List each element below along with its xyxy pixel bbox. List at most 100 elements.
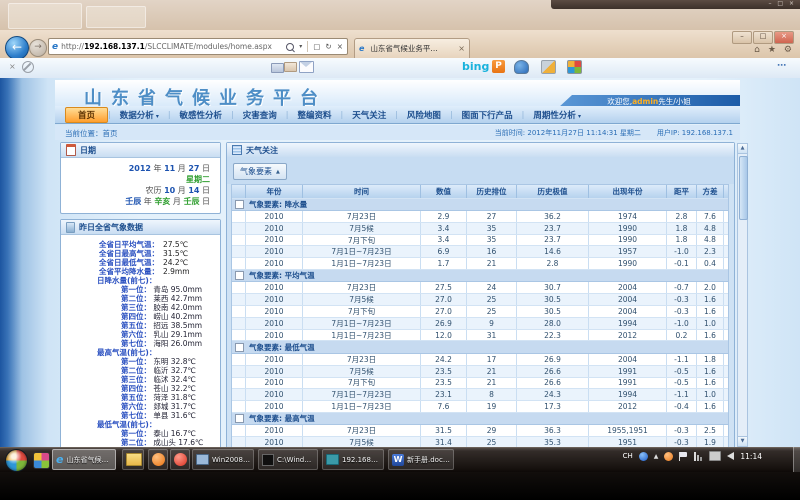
minimize-button[interactable]: –	[732, 31, 752, 44]
group-checkbox[interactable]	[235, 271, 244, 280]
nav-item-label: 灾害查询	[243, 111, 277, 121]
nav-item-0[interactable]: 首页	[65, 107, 108, 123]
table-row[interactable]: 20107月1日~7月23日6.91614.61957-1.02.3	[232, 246, 728, 258]
table-cell	[232, 425, 246, 436]
rank-position: 第五位：	[121, 321, 151, 330]
table-row[interactable]: 20107月23日31.52936.31955,1951-0.32.5	[232, 425, 728, 437]
stop-icon[interactable]: ×	[337, 42, 343, 51]
table-cell: 7.6	[697, 211, 724, 222]
tray-expand-icon[interactable]: ▲	[654, 453, 659, 460]
toolbar-close-icon[interactable]: ×	[9, 62, 16, 71]
back-button[interactable]: ←	[5, 36, 29, 60]
table-cell: 7月1日~7月23日	[303, 246, 421, 257]
addon-icon[interactable]	[514, 60, 529, 74]
rank-station: 单县	[151, 411, 171, 420]
clock[interactable]: 11:14	[740, 452, 762, 461]
favorites-icon[interactable]: ★	[768, 45, 776, 55]
volume-icon[interactable]	[727, 452, 734, 460]
scroll-up-icon[interactable]: ▲	[738, 144, 747, 154]
pinned-app-icon[interactable]	[33, 452, 50, 469]
taskbar-item-ie[interactable]: e山东省气候业务...	[52, 449, 116, 470]
scroll-down-icon[interactable]: ▼	[738, 436, 747, 446]
table-row[interactable]: 20107月1日~7月23日26.9928.01994-1.01.0	[232, 318, 728, 330]
table-header-cell: 距平	[667, 185, 697, 198]
table-row[interactable]: 20107月1日~7月23日23.1824.31994-1.11.0	[232, 389, 728, 401]
refresh-icon[interactable]: ↻	[325, 42, 331, 51]
taskbar-item-monitor[interactable]: Win2008 (VS2...	[192, 449, 254, 470]
forward-button[interactable]: →	[29, 39, 47, 57]
addon-icon[interactable]	[541, 60, 556, 74]
browser-tab[interactable]: e 山东省气候业务平... ×	[354, 38, 470, 58]
table-row[interactable]: 20101月1日~7月23日12.03122.320120.21.6	[232, 330, 728, 342]
taskbar-item-folder[interactable]	[122, 449, 144, 470]
table-row[interactable]: 20107月5候23.52126.61991-0.51.6	[232, 366, 728, 378]
search-icon[interactable]	[286, 43, 294, 51]
mail-icon[interactable]	[299, 61, 314, 73]
nav-item-4[interactable]: 整编资料	[288, 108, 340, 122]
table-row[interactable]: 20107月5候3.43523.719901.84.8	[232, 223, 728, 235]
card-icon[interactable]	[284, 62, 297, 72]
table-cell	[232, 211, 246, 222]
compatibility-view-icon[interactable]: ▢	[313, 42, 320, 51]
overflow-icon[interactable]: ⋯	[777, 61, 788, 71]
table-cell: 7月1日~7月23日	[303, 318, 421, 329]
table-cell: -0.4	[667, 401, 697, 412]
display-icon[interactable]	[709, 451, 721, 461]
taskbar-item-media[interactable]	[170, 449, 190, 470]
taskbar-item-orange[interactable]	[148, 449, 168, 470]
element-filter-button[interactable]: 气象要素 ▲	[233, 163, 287, 180]
rank-value: 26.0mm	[171, 339, 202, 348]
rank-section-label: 最低气温(前七)：	[97, 420, 156, 429]
table-cell: 27.0	[421, 294, 467, 305]
taskbar-item-cmd[interactable]: C:\Windows\sy...	[258, 449, 318, 470]
tray-app-icon[interactable]	[639, 452, 648, 461]
table-row[interactable]: 20107月5候27.02530.52004-0.31.6	[232, 294, 728, 306]
taskbar-item-remote[interactable]: 192.168.59.99...	[322, 449, 384, 470]
group-label: 气象要素: 平均气温	[249, 270, 315, 281]
group-checkbox[interactable]	[235, 414, 244, 423]
table-cell: 2012	[589, 401, 667, 412]
table-row[interactable]: 20107月23日24.21726.92004-1.11.8	[232, 354, 728, 366]
group-label: 气象要素: 降水量	[249, 199, 307, 210]
group-checkbox[interactable]	[235, 343, 244, 352]
table-row[interactable]: 20107月下旬3.43523.719901.84.8	[232, 235, 728, 247]
page-scrollbar[interactable]: ▲ ▼	[737, 143, 748, 447]
plugin-p-icon[interactable]: P	[492, 60, 505, 73]
start-button[interactable]	[5, 449, 28, 472]
group-checkbox[interactable]	[235, 200, 244, 209]
addon-icon[interactable]	[567, 60, 582, 74]
table-row[interactable]: 20101月1日~7月23日7.61917.32012-0.41.6	[232, 401, 728, 413]
bing-logo[interactable]: bing	[462, 60, 489, 73]
table-cell: -0.3	[667, 425, 697, 436]
show-desktop-button[interactable]	[793, 447, 800, 472]
address-bar[interactable]: e http://192.168.137.1/SLCCLIMATE/module…	[48, 38, 348, 55]
table-row[interactable]: 20107月下旬23.52126.61991-0.51.6	[232, 378, 728, 390]
taskbar-item-word[interactable]: W新手册.docx ...	[388, 449, 454, 470]
nav-item-1[interactable]: 数据分析 ▾	[111, 108, 168, 122]
table-row[interactable]: 20107月23日27.52430.72004-0.72.0	[232, 282, 728, 294]
table-row[interactable]: 20101月1日~7月23日1.7212.81990-0.10.4	[232, 258, 728, 270]
nav-item-3[interactable]: 灾害查询	[234, 108, 286, 122]
nav-item-8[interactable]: 周期性分析 ▾	[524, 108, 590, 122]
close-button[interactable]: ×	[774, 31, 794, 44]
card-icon[interactable]	[271, 63, 284, 73]
screen: – □ × ← → e http://192.168.137.1/SLCCLIM…	[0, 0, 800, 500]
network-icon[interactable]	[694, 452, 703, 461]
nav-item-2[interactable]: 敏感性分析	[171, 108, 232, 122]
nav-item-7[interactable]: 图面下行产品	[453, 108, 522, 122]
home-icon[interactable]: ⌂	[754, 45, 760, 55]
table-row[interactable]: 20107月23日2.92736.219742.87.6	[232, 211, 728, 223]
tray-app-icon[interactable]	[664, 452, 673, 461]
search-dropdown-icon[interactable]: ▾	[299, 43, 302, 50]
table-row[interactable]: 20107月下旬27.02530.52004-0.31.6	[232, 306, 728, 318]
nav-item-6[interactable]: 风险地图	[398, 108, 450, 122]
language-indicator[interactable]: CH	[623, 452, 633, 460]
maximize-button[interactable]: □	[753, 31, 773, 44]
scrollbar-thumb[interactable]	[739, 156, 748, 220]
nav-item-5[interactable]: 天气关注	[343, 108, 395, 122]
tools-icon[interactable]: ⚙	[784, 45, 792, 55]
tab-close-icon[interactable]: ×	[458, 44, 465, 53]
table-cell: 7月5候	[303, 223, 421, 234]
rank-position: 第三位：	[121, 375, 151, 384]
action-center-flag-icon[interactable]	[679, 452, 688, 461]
